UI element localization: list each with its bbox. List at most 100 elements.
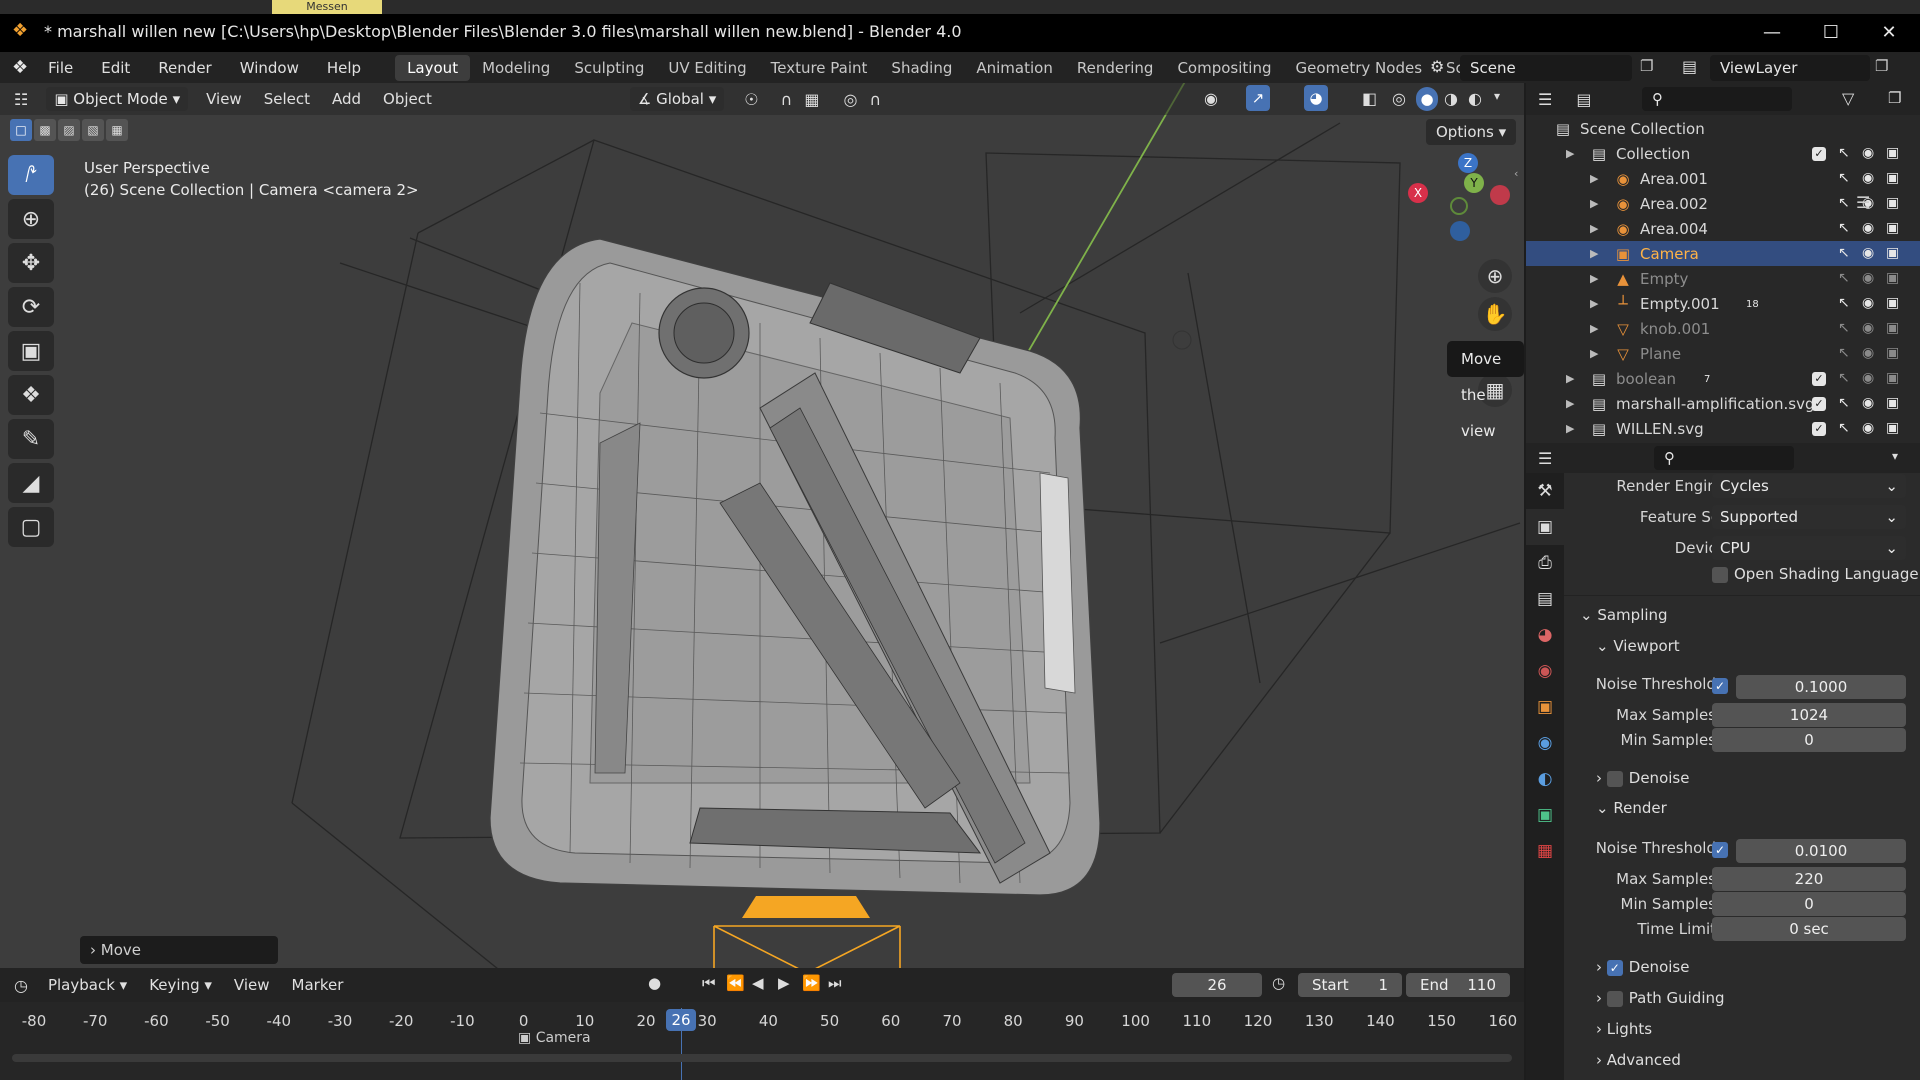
select-toggle-icon[interactable]: ↖ bbox=[1838, 295, 1850, 311]
gizmo-neg-y[interactable] bbox=[1450, 197, 1468, 215]
path-guiding-subpanel[interactable]: › Path Guiding bbox=[1596, 989, 1725, 1007]
outliner-item[interactable]: ▶ ▽ Plane ↖ ◉ ▣ bbox=[1526, 341, 1920, 366]
r-noise-field[interactable]: 0.0100 bbox=[1736, 839, 1906, 863]
vp-noise-checkbox[interactable]: ✓ bbox=[1712, 678, 1728, 694]
rotate-tool-icon[interactable]: ⟳ bbox=[8, 287, 54, 327]
expand-arrow-icon[interactable]: ▶ bbox=[1590, 322, 1604, 335]
menu-edit[interactable]: Edit bbox=[101, 59, 130, 77]
select-toggle-icon[interactable]: ↖ bbox=[1838, 345, 1850, 361]
render-toggle-icon[interactable]: ▣ bbox=[1886, 145, 1899, 161]
world-tab-icon[interactable]: ◉ bbox=[1526, 653, 1564, 689]
tab-geometry-nodes[interactable]: Geometry Nodes bbox=[1283, 55, 1434, 81]
menu-file[interactable]: File bbox=[48, 59, 73, 77]
eye-icon[interactable]: ◉ bbox=[1862, 145, 1874, 161]
tab-modeling[interactable]: Modeling bbox=[470, 55, 562, 81]
scene-tab-icon[interactable]: ◕ bbox=[1526, 617, 1564, 653]
vp-denoise-subpanel[interactable]: › Denoise bbox=[1596, 769, 1689, 787]
tab-compositing[interactable]: Compositing bbox=[1165, 55, 1283, 81]
zoom-view-icon[interactable]: ⊕ bbox=[1478, 259, 1512, 293]
presets-list-icon[interactable]: ☰ bbox=[1856, 193, 1870, 212]
frame-ruler[interactable]: -80 -70 -60 -50 -40 -30 -20 -10 0 10 20 30 40 50 60 70 8… bbox=[0, 968, 1524, 1080]
gizmo-z-axis[interactable]: Z bbox=[1458, 153, 1478, 173]
outliner-item[interactable]: ▶ ▲ Empty ↖ ◉ ▣ bbox=[1526, 266, 1920, 291]
render-toggle-icon[interactable]: ▣ bbox=[1886, 295, 1899, 311]
new-view-layer-icon[interactable]: ❐ bbox=[1875, 57, 1888, 75]
outliner-editor-icon[interactable]: ☰ bbox=[1538, 90, 1552, 109]
annotate-tool-icon[interactable]: ✎ bbox=[8, 419, 54, 459]
pivot-icon[interactable]: ☉ bbox=[744, 90, 758, 109]
expand-arrow-icon[interactable]: ▶ bbox=[1590, 297, 1604, 310]
camera-marker-label[interactable]: ▣ Camera bbox=[518, 1030, 591, 1046]
expand-arrow-icon[interactable]: ▶ bbox=[1590, 247, 1604, 260]
tab-texture-paint[interactable]: Texture Paint bbox=[759, 55, 880, 81]
eye-icon[interactable]: ◉ bbox=[1862, 170, 1874, 186]
timeline[interactable]: ◷ Playback ▾ Keying ▾ View Marker ● ⏮ ⏪ … bbox=[0, 968, 1524, 1080]
scene-icon[interactable]: ⚙ bbox=[1430, 57, 1444, 76]
select-new-icon[interactable]: □ bbox=[10, 119, 32, 141]
select-invert-icon[interactable]: ▧ bbox=[82, 119, 104, 141]
playhead-frame[interactable]: 26 bbox=[666, 1009, 696, 1031]
overlay-toggle-icon[interactable]: ◕ bbox=[1304, 85, 1328, 111]
xray-icon[interactable]: ◧ bbox=[1362, 89, 1377, 108]
last-operator-panel[interactable]: › Move bbox=[80, 936, 278, 964]
select-toggle-icon[interactable]: ↖ bbox=[1838, 170, 1850, 186]
render-toggle-icon[interactable]: ▣ bbox=[1886, 170, 1899, 186]
viewport-menu-select[interactable]: Select bbox=[264, 90, 310, 108]
r-min-field[interactable]: 0 bbox=[1712, 892, 1906, 916]
gizmo-neg-x[interactable] bbox=[1490, 185, 1510, 205]
expand-arrow-icon[interactable]: ▶ bbox=[1566, 397, 1580, 410]
scale-tool-icon[interactable]: ▣ bbox=[8, 331, 54, 371]
device-dropdown[interactable]: CPU ⌄ bbox=[1712, 536, 1906, 560]
visibility-icon[interactable]: ◉ bbox=[1204, 89, 1218, 108]
outliner[interactable]: ☰ ▤ ⚲ ▽ ❐ ▤ Scene Collection ▶ ▤ Collectio… bbox=[1526, 83, 1920, 443]
outliner-search-input[interactable]: ⚲ bbox=[1642, 87, 1792, 111]
render-engine-dropdown[interactable]: Cycles ⌄ bbox=[1712, 474, 1906, 498]
menu-render[interactable]: Render bbox=[158, 59, 211, 77]
filter-icon[interactable]: ▽ bbox=[1842, 89, 1854, 108]
eye-icon[interactable]: ◉ bbox=[1862, 220, 1874, 236]
3d-viewport[interactable]: ☷ ▣ Object Mode ▾ View Select Add Object… bbox=[0, 83, 1524, 968]
r-denoise-subpanel[interactable]: › ✓ Denoise bbox=[1596, 958, 1689, 976]
eye-icon[interactable]: ◉ bbox=[1862, 370, 1874, 386]
eye-icon[interactable]: ◉ bbox=[1862, 320, 1874, 336]
select-toggle-icon[interactable]: ↖ bbox=[1838, 320, 1850, 336]
chevron-down-icon[interactable]: ▾ bbox=[1892, 449, 1898, 463]
path-guiding-checkbox[interactable] bbox=[1606, 990, 1623, 1007]
move-tool-icon[interactable]: ✥ bbox=[8, 243, 54, 283]
exclude-checkbox[interactable]: ✓ bbox=[1812, 372, 1826, 386]
eye-icon[interactable]: ◉ bbox=[1862, 295, 1874, 311]
time-limit-field[interactable]: 0 sec bbox=[1712, 917, 1906, 941]
menu-help[interactable]: Help bbox=[327, 59, 361, 77]
outliner-item[interactable]: ▶ ▤ marshall-amplification.svg ✓ ↖ ◉ ▣ bbox=[1526, 391, 1920, 416]
select-toggle-icon[interactable]: ↖ bbox=[1838, 245, 1850, 261]
select-intersect-icon[interactable]: ▦ bbox=[106, 119, 128, 141]
render-toggle-icon[interactable]: ▣ bbox=[1886, 245, 1899, 261]
r-noise-checkbox[interactable]: ✓ bbox=[1712, 842, 1728, 858]
r-denoise-checkbox[interactable]: ✓ bbox=[1606, 959, 1623, 976]
sampling-panel-header[interactable]: ⌄ Sampling bbox=[1580, 606, 1668, 624]
tab-shading[interactable]: Shading bbox=[879, 55, 964, 81]
timeline-scrollbar[interactable] bbox=[12, 1054, 1512, 1062]
options-button[interactable]: Options ▾ bbox=[1426, 119, 1517, 145]
display-mode-icon[interactable]: ▤ bbox=[1576, 90, 1591, 109]
exclude-checkbox[interactable]: ✓ bbox=[1812, 397, 1826, 411]
expand-arrow-icon[interactable]: ▶ bbox=[1566, 147, 1580, 160]
outliner-item[interactable]: ▶ ▤ boolean ✓ ↖ ◉ ▣ 7 bbox=[1526, 366, 1920, 391]
new-scene-icon[interactable]: ❐ bbox=[1640, 57, 1653, 75]
cursor-tool-icon[interactable]: ⊕ bbox=[8, 199, 54, 239]
viewport-menu-object[interactable]: Object bbox=[383, 90, 432, 108]
outliner-item[interactable]: ▶ ◉ Area.004 ↖ ◉ ▣ bbox=[1526, 216, 1920, 241]
eye-icon[interactable]: ◉ bbox=[1862, 395, 1874, 411]
exclude-checkbox[interactable]: ✓ bbox=[1812, 422, 1826, 436]
tab-uv-editing[interactable]: UV Editing bbox=[656, 55, 758, 81]
output-tab-icon[interactable]: ⎙ bbox=[1526, 545, 1564, 581]
close-button[interactable]: ✕ bbox=[1869, 18, 1909, 48]
gizmo-y-axis[interactable]: Y bbox=[1464, 173, 1484, 193]
new-collection-icon[interactable]: ❐ bbox=[1888, 89, 1901, 107]
tab-rendering[interactable]: Rendering bbox=[1065, 55, 1166, 81]
outliner-item[interactable]: ▶ ▤ WILLEN.svg ✓ ↖ ◉ ▣ bbox=[1526, 416, 1920, 441]
eye-icon[interactable]: ◉ bbox=[1862, 245, 1874, 261]
select-toggle-icon[interactable]: ↖ bbox=[1838, 145, 1850, 161]
data-tab-icon[interactable]: ▣ bbox=[1526, 797, 1564, 833]
tool-tab-icon[interactable]: ⚒ bbox=[1526, 473, 1564, 509]
